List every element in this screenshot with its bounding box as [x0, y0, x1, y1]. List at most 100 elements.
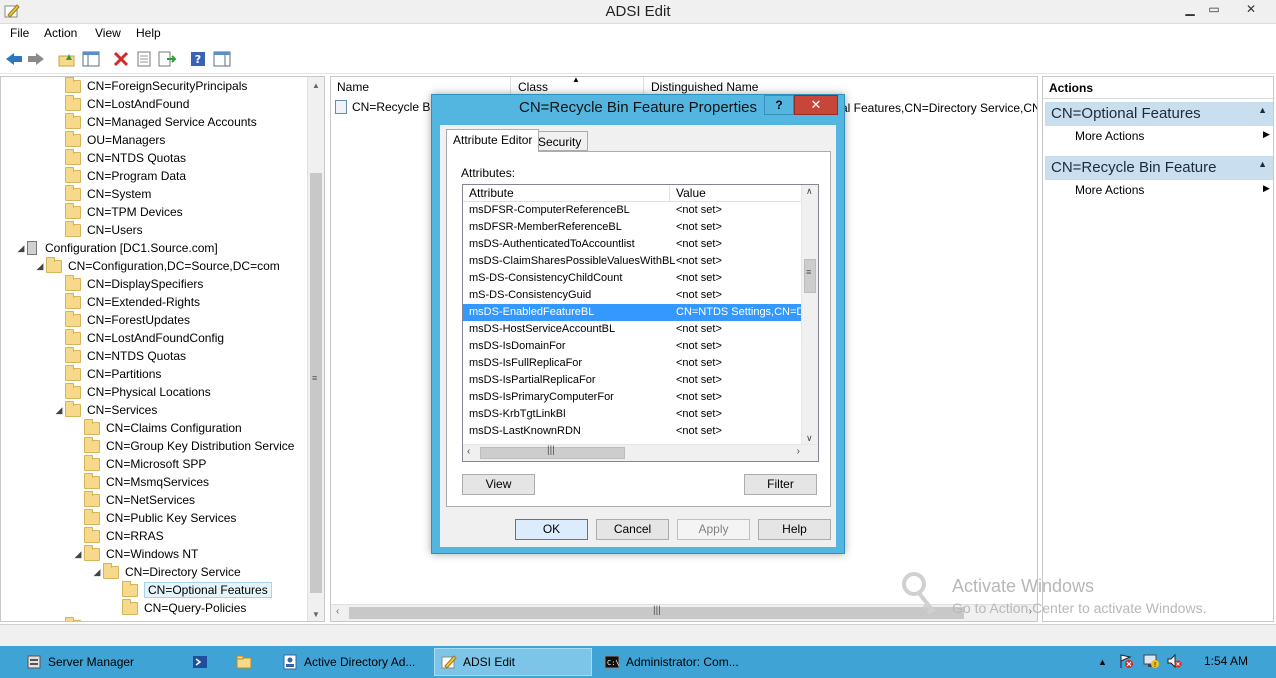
tree-item[interactable]: CN=Users: [53, 220, 143, 239]
taskbar-adsi-edit[interactable]: ADSI Edit: [434, 648, 592, 676]
volume-muted-icon[interactable]: [1166, 653, 1182, 672]
more-actions-optional-features[interactable]: More Actions ▶: [1075, 129, 1270, 143]
tree-item[interactable]: CN=Group Key Distribution Service: [72, 436, 294, 455]
taskbar-file-explorer[interactable]: [230, 648, 260, 676]
attribute-row[interactable]: msDS-EnabledFeatureBL CN=NTDS Settings,CN…: [463, 304, 802, 321]
tree-item[interactable]: CN=Extended-Rights: [53, 292, 200, 311]
expand-arrow-icon[interactable]: ◢: [15, 243, 27, 254]
dialog-close-button[interactable]: ✕: [794, 95, 838, 115]
tree-item[interactable]: CN=TPM Devices: [53, 202, 183, 221]
attribute-row[interactable]: msDS-KrbTgtLinkBl <not set>: [463, 406, 802, 423]
tree-item[interactable]: CN=Managed Service Accounts: [53, 112, 257, 131]
taskbar-command-prompt[interactable]: C:\ Administrator: Com...: [598, 648, 758, 676]
attribute-row[interactable]: msDS-LastKnownRDN <not set>: [463, 423, 802, 440]
minimize-button[interactable]: ▁: [1177, 0, 1203, 20]
attribute-row[interactable]: msDS-IsDomainFor <not set>: [463, 338, 802, 355]
tree-item[interactable]: ◢ CN=Services: [53, 400, 157, 419]
collapse-up-icon[interactable]: ▲: [1258, 105, 1267, 115]
attribute-row[interactable]: msDFSR-MemberReferenceBL <not set>: [463, 219, 802, 236]
filter-button[interactable]: Filter: [744, 474, 817, 495]
tree-item[interactable]: CN=LostAndFound: [53, 94, 189, 113]
expand-arrow-icon[interactable]: ◢: [34, 261, 46, 272]
tree-item[interactable]: CN=Microsoft SPP: [72, 454, 206, 473]
tree-item[interactable]: CN=LostAndFoundConfig: [53, 328, 224, 347]
taskbar-clock[interactable]: 1:54 AM: [1204, 654, 1248, 668]
taskbar-server-manager[interactable]: Server Manager: [20, 648, 174, 676]
delete-icon[interactable]: [110, 48, 132, 70]
column-header-attribute[interactable]: Attribute: [463, 185, 670, 202]
tree-item[interactable]: CN=Sites: [53, 616, 138, 621]
properties-icon[interactable]: [133, 48, 155, 70]
forward-icon[interactable]: [25, 48, 47, 70]
tree-item[interactable]: CN=Program Data: [53, 166, 186, 185]
actions-section-optional-features[interactable]: CN=Optional Features ▲: [1045, 102, 1273, 126]
attribute-row[interactable]: msDS-HostServiceAccountBL <not set>: [463, 321, 802, 338]
action-center-flag-icon[interactable]: [1118, 653, 1134, 672]
tree-item[interactable]: CN=ForestUpdates: [53, 310, 190, 329]
actions-section-recycle-bin[interactable]: CN=Recycle Bin Feature ▲: [1045, 156, 1273, 180]
list-item[interactable]: CN=Recycle Bin: [335, 98, 440, 116]
tab-security[interactable]: Security: [531, 131, 589, 151]
tree-item[interactable]: ◢ CN=Configuration,DC=Source,DC=com: [34, 256, 280, 275]
expand-arrow-icon[interactable]: ◢: [53, 405, 65, 416]
attribute-row[interactable]: msDFSR-ComputerReferenceBL <not set>: [463, 202, 802, 219]
close-button[interactable]: ✕: [1228, 0, 1274, 20]
tree-item[interactable]: ◢ CN=Directory Service: [91, 562, 241, 581]
tree-item[interactable]: CN=Public Key Services: [72, 508, 236, 527]
taskbar-powershell[interactable]: [186, 648, 216, 676]
apply-button[interactable]: Apply: [677, 519, 750, 540]
attribute-row[interactable]: msDS-IsPrimaryComputerFor <not set>: [463, 389, 802, 406]
maximize-button[interactable]: ▭: [1201, 0, 1227, 20]
attribute-row[interactable]: msDS-IsPartialReplicaFor <not set>: [463, 372, 802, 389]
tree-item[interactable]: ◢ CN=Windows NT: [72, 544, 198, 563]
attribute-row[interactable]: msDS-ClaimSharesPossibleValuesWithBL <not…: [463, 253, 802, 270]
taskbar-active-directory[interactable]: Active Directory Ad...: [276, 648, 428, 676]
expand-arrow-icon[interactable]: ◢: [91, 567, 103, 578]
expand-arrow-icon[interactable]: ◢: [72, 549, 84, 560]
tree-item[interactable]: OU=Managers: [53, 130, 165, 149]
attributes-list[interactable]: Attribute Value msDFSR-ComputerReference…: [462, 184, 819, 462]
tree-item[interactable]: CN=RRAS: [72, 526, 164, 545]
column-header-value[interactable]: Value: [670, 185, 802, 202]
tab-attribute-editor[interactable]: Attribute Editor: [446, 129, 540, 152]
menu-view[interactable]: View: [95, 26, 121, 40]
tree-item[interactable]: CN=NTDS Quotas: [53, 346, 186, 365]
tree-item[interactable]: CN=Claims Configuration: [72, 418, 242, 437]
attribute-row[interactable]: msDS-AuthenticatedToAccountlist <not set>: [463, 236, 802, 253]
tree-item[interactable]: ◢ Configuration [DC1.Source.com]: [15, 239, 218, 257]
dialog-help-button[interactable]: ?: [764, 95, 794, 115]
attributes-hscrollbar[interactable]: ‹ ||| ›: [463, 444, 818, 461]
tree-scrollbar[interactable]: ▲ ≡ ▼: [307, 77, 324, 621]
help-button[interactable]: Help: [758, 519, 831, 540]
show-hide-tree-icon[interactable]: [80, 48, 102, 70]
attribute-row[interactable]: msDS-IsFullReplicaFor <not set>: [463, 355, 802, 372]
up-folder-icon[interactable]: [56, 48, 78, 70]
tree-item[interactable]: CN=Optional Features: [110, 580, 272, 599]
tree-item[interactable]: CN=Query-Policies: [110, 598, 246, 617]
collapse-up-icon[interactable]: ▲: [1258, 159, 1267, 169]
export-list-icon[interactable]: [156, 48, 178, 70]
menu-help[interactable]: Help: [136, 26, 161, 40]
tree-item[interactable]: CN=ForeignSecurityPrincipals: [53, 77, 247, 95]
tree-item[interactable]: CN=Physical Locations: [53, 382, 211, 401]
attribute-row[interactable]: mS-DS-ConsistencyGuid <not set>: [463, 287, 802, 304]
menu-file[interactable]: File: [10, 26, 29, 40]
tree-item[interactable]: CN=MsmqServices: [72, 472, 209, 491]
ok-button[interactable]: OK: [515, 519, 588, 540]
tree-pane[interactable]: CN=ForeignSecurityPrincipals CN=LostAndFo…: [0, 76, 325, 622]
tree-item[interactable]: CN=DisplaySpecifiers: [53, 274, 203, 293]
tree-scroll-thumb[interactable]: [310, 173, 322, 593]
tree-item[interactable]: CN=NTDS Quotas: [53, 148, 186, 167]
more-actions-recycle-bin[interactable]: More Actions ▶: [1075, 183, 1270, 197]
tree-item[interactable]: CN=Partitions: [53, 364, 161, 383]
network-icon[interactable]: !: [1142, 653, 1160, 672]
tree-item[interactable]: CN=NetServices: [72, 490, 195, 509]
tree-item[interactable]: CN=System: [53, 184, 151, 203]
menu-action[interactable]: Action: [44, 26, 77, 40]
back-icon[interactable]: [3, 48, 25, 70]
attributes-vscrollbar[interactable]: ∧ ≡ ∨: [801, 185, 818, 445]
show-hide-action-pane-icon[interactable]: [211, 48, 233, 70]
view-button[interactable]: View: [462, 474, 535, 495]
cancel-button[interactable]: Cancel: [596, 519, 669, 540]
attribute-row[interactable]: mS-DS-ConsistencyChildCount <not set>: [463, 270, 802, 287]
